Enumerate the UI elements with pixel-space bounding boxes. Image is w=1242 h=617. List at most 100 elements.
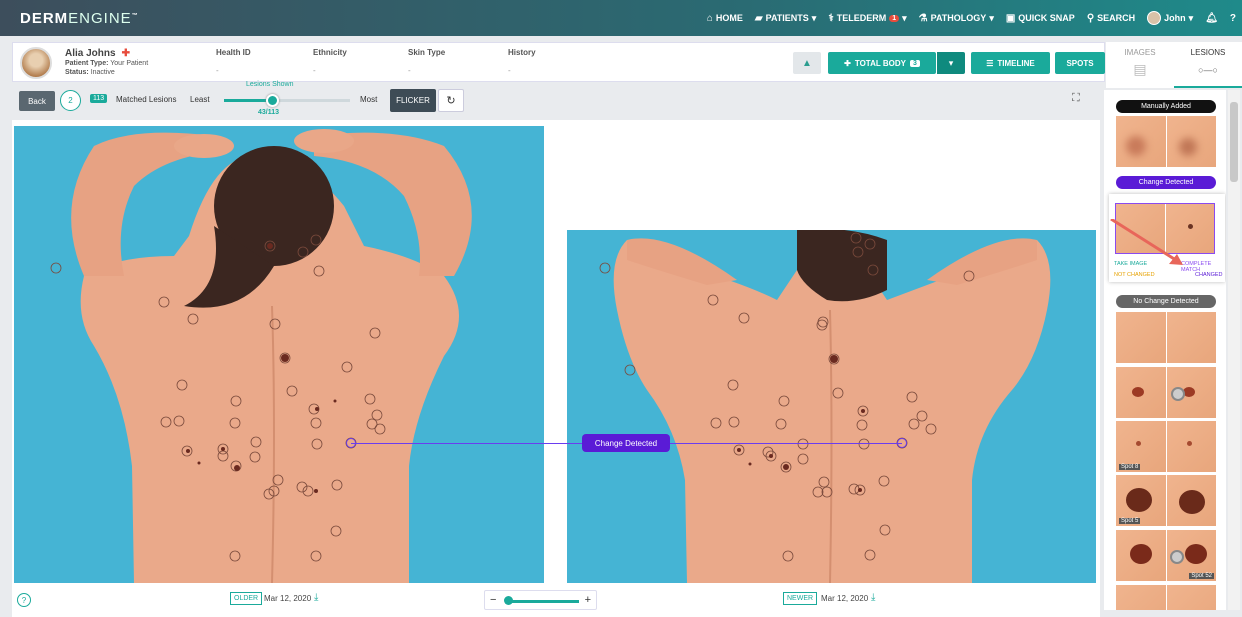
bell-icon: 🔔︎ <box>1205 12 1218 24</box>
lesion-thumbnail <box>1166 475 1216 526</box>
help-icon[interactable]: ? <box>17 593 31 607</box>
list-icon: ☰ <box>986 58 994 68</box>
telederm-icon: ⚕ <box>828 12 834 24</box>
lesions-shown-label: Lesions Shown <box>246 81 294 88</box>
download-newer-icon[interactable]: ⤓ <box>871 592 875 603</box>
nav-pathology[interactable]: ⚗ PATHOLOGY ▾ <box>919 13 994 24</box>
change-detected-label[interactable]: Change Detected <box>582 434 670 452</box>
images-icon: ▤ <box>1133 61 1147 77</box>
newer-date: Mar 12, 2020 <box>821 594 869 603</box>
arrow-annotation-icon <box>1110 219 1183 265</box>
history-value: - <box>508 66 511 75</box>
main-nav: ⌂ HOME ▰ PATIENTS ▾ ⚕ TELEDERM 1 ▾ ⚗ PATHOLOGY ▾… <box>707 0 1236 36</box>
spots-button[interactable]: SPOTS <box>1055 52 1105 74</box>
zoom-slider-track[interactable] <box>506 600 579 603</box>
lesion-link-icon: ○—○ <box>1198 65 1218 75</box>
chevron-down-icon: ▾ <box>902 12 907 23</box>
folder-icon: ▰ <box>754 12 763 24</box>
total-body-dropdown-button[interactable]: ▾ <box>937 52 965 74</box>
body-icon: ✚ <box>844 58 851 68</box>
nav-help[interactable]: ? <box>1230 13 1236 24</box>
nav-patients[interactable]: ▰ PATIENTS ▾ <box>755 13 816 24</box>
notification-badge: 1 <box>889 14 900 22</box>
camera-icon: ▣ <box>1005 12 1016 24</box>
total-body-count: 3 <box>909 59 920 67</box>
viewer-bottom-bar: ? OLDER Mar 12, 2020 ⤓ − + NEWER Mar 12,… <box>12 590 1100 617</box>
patient-name[interactable]: Alia Johns ✚ <box>65 48 130 59</box>
patient-avatar <box>20 47 52 79</box>
lesions-slider-fill <box>224 99 272 102</box>
skin-type-value: - <box>408 66 411 75</box>
upload-icon: ▲ <box>802 57 812 69</box>
view-count-indicator[interactable]: 2 <box>60 90 81 111</box>
tab-images[interactable]: IMAGES ▤ <box>1106 42 1174 88</box>
fullscreen-button[interactable]: ⛶ <box>1072 92 1080 105</box>
lesion-pair[interactable] <box>1116 312 1216 363</box>
timeline-button[interactable]: ☰ TIMELINE <box>971 52 1050 74</box>
refresh-button[interactable]: ↻ <box>438 89 464 112</box>
matched-count-badge: 113 <box>90 94 108 103</box>
lesion-pair[interactable]: Spot 5 <box>1116 475 1216 526</box>
lesion-thumbnail <box>1166 367 1216 418</box>
top-navigation-bar: DERMENGINE™ ⌂ HOME ▰ PATIENTS ▾ ⚕ TELEDERM 1 ▾… <box>0 0 1242 36</box>
nav-user[interactable]: John ▾ <box>1147 11 1193 25</box>
least-label: Least <box>190 95 210 104</box>
lesions-slider-handle[interactable] <box>265 94 279 107</box>
lesions-slider[interactable] <box>224 94 350 107</box>
side-panel-scrollbar[interactable] <box>1228 90 1240 610</box>
download-older-icon[interactable]: ⤓ <box>314 592 318 603</box>
lesion-pair[interactable]: Spot 8 <box>1116 421 1216 472</box>
older-tag: OLDER <box>230 592 263 605</box>
upload-button[interactable]: ▲ <box>793 52 821 74</box>
newer-photo-canvas <box>567 230 1096 583</box>
lesion-pair[interactable] <box>1116 367 1216 418</box>
medical-alert-icon: ✚ <box>121 48 130 59</box>
lesion-thumbnail: Spot 8 <box>1116 421 1166 472</box>
tab-lesions[interactable]: LESIONS ○—○ <box>1174 42 1242 88</box>
lesion-thumbnail <box>1116 116 1166 167</box>
nav-quick-snap[interactable]: ▣ QUICK SNAP <box>1006 13 1075 24</box>
lesion-thumbnail <box>1166 116 1216 167</box>
chevron-down-icon: ▾ <box>811 12 817 23</box>
dermengine-logo[interactable]: DERMENGINE™ <box>20 10 139 27</box>
lesion-pair[interactable]: Spot 52 <box>1116 530 1216 581</box>
lesion-thumbnail <box>1116 585 1166 610</box>
nav-search[interactable]: ⚲ SEARCH <box>1087 13 1135 24</box>
older-change-marker[interactable] <box>346 438 356 448</box>
change-detected-pill: Change Detected <box>1116 176 1216 189</box>
magnifier-icon <box>1169 550 1184 564</box>
nav-telederm[interactable]: ⚕ TELEDERM 1 ▾ <box>828 13 906 24</box>
lesion-pair[interactable] <box>1116 585 1216 610</box>
spot-label: Spot 8 <box>1119 464 1141 470</box>
chevron-down-icon: ▾ <box>948 57 954 68</box>
search-icon: ⚲ <box>1086 12 1095 24</box>
total-body-button[interactable]: ✚ TOTAL BODY 3 <box>828 52 936 74</box>
lesions-shown-count: 43/113 <box>258 109 280 116</box>
chevron-down-icon: ▾ <box>989 12 994 23</box>
help-icon: ? <box>1229 12 1236 24</box>
right-panel-tabs: IMAGES ▤ LESIONS ○—○ <box>1106 42 1242 88</box>
nav-notifications[interactable]: 🔔︎ <box>1205 13 1218 24</box>
scrollbar-thumb[interactable] <box>1230 102 1238 182</box>
chevron-down-icon: ▾ <box>1188 12 1194 23</box>
nav-home[interactable]: ⌂ HOME <box>707 13 743 24</box>
zoom-slider-handle[interactable] <box>504 596 513 605</box>
flicker-button[interactable]: FLICKER <box>390 89 436 112</box>
lesion-thumbnail <box>1166 421 1216 472</box>
zoom-in-button[interactable]: + <box>585 594 591 606</box>
older-body-photo[interactable] <box>14 126 544 583</box>
lesion-thumbnail: Spot 52 <box>1166 530 1216 581</box>
lesion-thumbnail <box>1116 530 1166 581</box>
home-icon: ⌂ <box>706 12 713 24</box>
lesions-side-panel: Manually Added Change Detected TAKE IMAG… <box>1104 90 1226 610</box>
manually-added-pair[interactable] <box>1116 116 1216 167</box>
newer-body-photo[interactable] <box>567 230 1096 583</box>
zoom-out-button[interactable]: − <box>490 594 496 606</box>
microscope-icon: ⚗ <box>918 12 928 24</box>
back-button[interactable]: Back <box>19 91 55 111</box>
newer-change-marker[interactable] <box>897 438 907 448</box>
lesion-thumbnail <box>1166 585 1216 610</box>
selected-change-card[interactable]: TAKE IMAGE COMPLETE MATCH NOT CHANGED CH… <box>1109 194 1225 282</box>
zoom-control[interactable]: − + <box>484 590 597 610</box>
spot-label: Spot 5 <box>1119 518 1141 524</box>
